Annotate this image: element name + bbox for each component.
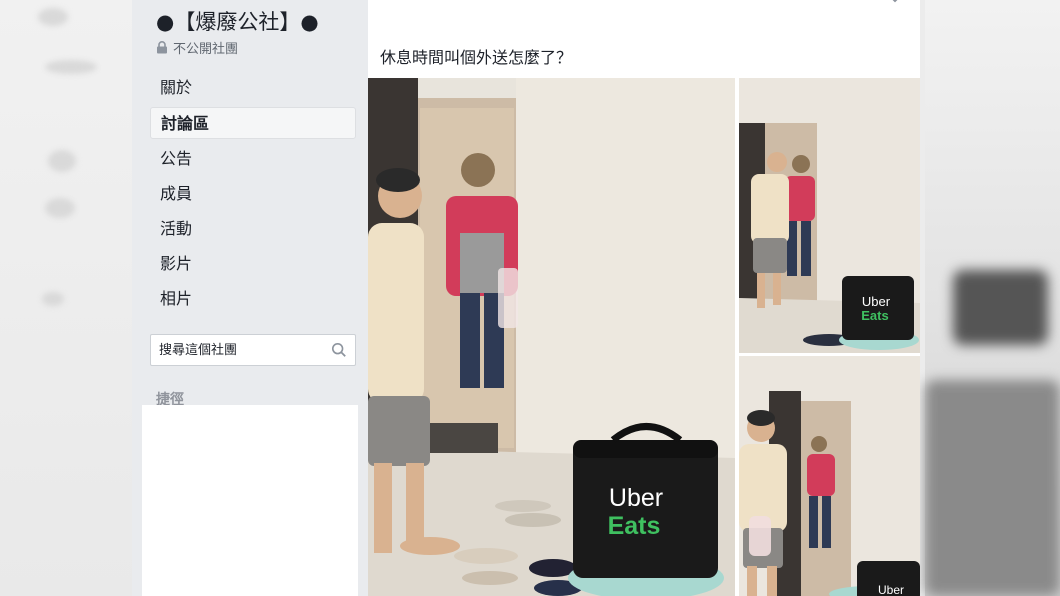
blur-shape	[42, 292, 64, 306]
nav-item-announcements[interactable]: 公告	[150, 143, 356, 174]
photo-illustration: Uber Eats	[739, 78, 920, 353]
post-text: 休息時間叫個外送怎麼了？	[380, 48, 573, 67]
bag-text-uber: Uber	[862, 294, 891, 309]
post-photo-top-right[interactable]: Uber Eats	[739, 78, 920, 353]
shortcuts-panel	[142, 405, 358, 596]
nav-item-photos[interactable]: 相片	[150, 283, 356, 314]
nav-item-about[interactable]: 關於	[150, 72, 356, 103]
chevron-down-icon[interactable]	[888, 0, 902, 4]
privacy-label: 不公開社團	[156, 38, 238, 57]
blur-shape	[38, 8, 68, 26]
group-search	[150, 334, 356, 366]
blurred-background-right	[925, 0, 1060, 596]
blurred-background-left	[0, 0, 132, 596]
photo-illustration: Uber Eats	[368, 78, 735, 596]
blur-shape	[45, 198, 75, 218]
search-input[interactable]	[151, 341, 331, 359]
lock-icon	[157, 41, 167, 54]
nav-item-members[interactable]: 成員	[150, 178, 356, 209]
nav-item-videos[interactable]: 影片	[150, 248, 356, 279]
group-title[interactable]: ●【爆廢公社】●	[156, 6, 319, 36]
search-icon[interactable]	[331, 341, 347, 359]
group-nav: 關於 討論區 公告 成員 活動 影片 相片	[150, 72, 356, 318]
bag-text-eats: Eats	[608, 512, 661, 540]
nav-item-events[interactable]: 活動	[150, 213, 356, 244]
nav-item-discussion[interactable]: 討論區	[150, 107, 356, 139]
photo-illustration: Uber	[739, 356, 920, 596]
bag-text-uber: Uber	[609, 484, 663, 512]
post-photo-main[interactable]: Uber Eats	[368, 78, 735, 596]
blur-shape	[48, 150, 76, 172]
post-photo-bottom-right[interactable]: Uber	[739, 356, 920, 596]
blur-shape	[925, 380, 1060, 596]
privacy-text: 不公開社團	[173, 42, 239, 57]
bag-text-eats: Eats	[861, 308, 888, 323]
blur-shape	[953, 270, 1048, 345]
bag-text-uber: Uber	[878, 583, 904, 596]
blur-shape	[45, 60, 97, 74]
